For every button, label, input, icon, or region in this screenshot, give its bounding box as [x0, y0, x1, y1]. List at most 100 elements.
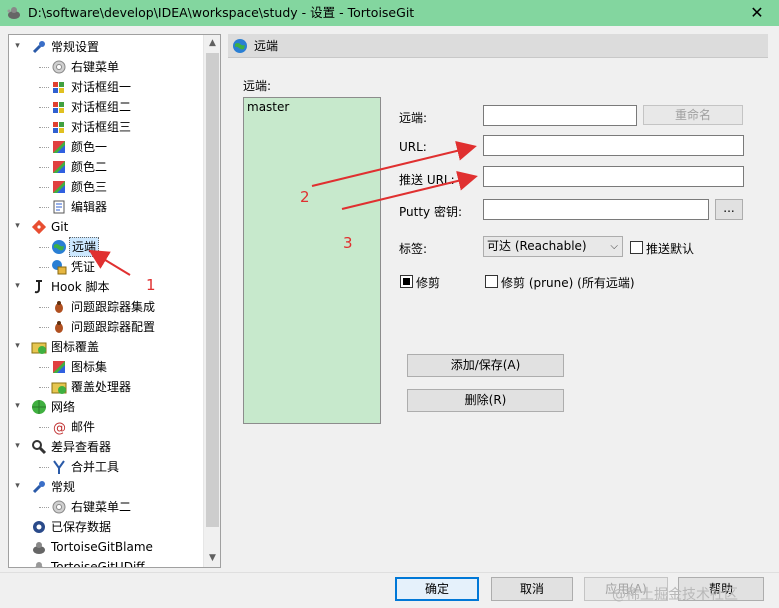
- tree-item[interactable]: 对话框组一: [27, 77, 217, 97]
- tree-item[interactable]: ▾ Git: [9, 217, 199, 237]
- tree-connector: [39, 167, 49, 168]
- push-url-input[interactable]: [483, 166, 744, 187]
- tree-expander-icon[interactable]: ▾: [13, 342, 22, 351]
- push-url-label: 推送 URL:: [399, 173, 455, 187]
- tree-item[interactable]: 颜色三: [27, 177, 217, 197]
- panel-header: 远端: [228, 34, 768, 58]
- add-save-button[interactable]: 添加/保存(A): [407, 354, 564, 377]
- tree-item[interactable]: 图标集: [27, 357, 217, 377]
- hook-icon: [34, 280, 42, 294]
- prune-all-remotes-checkbox[interactable]: [485, 275, 498, 288]
- tree-item-label: 常规设置: [51, 40, 100, 54]
- tree-item[interactable]: 对话框组三: [27, 117, 217, 137]
- network-icon: [32, 400, 46, 414]
- tree-item[interactable]: ▾ 网络: [9, 397, 199, 417]
- rename-button[interactable]: 重命名: [643, 105, 743, 125]
- tree-expander-icon[interactable]: ▾: [13, 222, 22, 231]
- tree-item[interactable]: 远端: [27, 237, 217, 257]
- close-button[interactable]: ✕: [747, 3, 767, 23]
- tree-item[interactable]: 编辑器: [27, 197, 217, 217]
- tree-item[interactable]: 颜色一: [27, 137, 217, 157]
- tree-item[interactable]: TortoiseGitUDiff: [9, 557, 199, 567]
- tree-expander-icon[interactable]: ▾: [13, 482, 22, 491]
- scroll-down-arrow-icon[interactable]: ▼: [204, 550, 220, 567]
- url-input[interactable]: [483, 135, 744, 156]
- scroll-thumb[interactable]: [206, 53, 219, 527]
- tag-select[interactable]: 可达 (Reachable) ⌵: [483, 236, 623, 257]
- tree-connector: [39, 127, 49, 128]
- at-icon: @: [53, 421, 66, 435]
- tree-item[interactable]: @ 邮件: [27, 417, 217, 437]
- tree-item-label: 覆盖处理器: [71, 380, 132, 394]
- tree-item[interactable]: 凭证: [27, 257, 217, 277]
- tree-item[interactable]: 已保存数据: [9, 517, 199, 537]
- tree-item-label: Hook 脚本: [51, 280, 110, 294]
- browse-putty-key-button[interactable]: ...: [715, 199, 743, 220]
- palette-icon: [53, 181, 65, 193]
- tree-item-label: 图标集: [71, 360, 108, 374]
- push-default-checkbox[interactable]: [630, 241, 643, 254]
- annotation-label-2: 2: [300, 188, 310, 206]
- tree-connector: [39, 467, 49, 468]
- prune-label: 修剪: [416, 276, 441, 290]
- tree-item[interactable]: ▾ 常规: [9, 477, 199, 497]
- overlay-icon: [51, 382, 67, 394]
- tree-vertical-scrollbar[interactable]: ▲ ▼: [203, 35, 220, 567]
- tree-item[interactable]: 覆盖处理器: [27, 377, 217, 397]
- delete-button[interactable]: 删除(R): [407, 389, 564, 412]
- palette-icon: [53, 361, 65, 373]
- tree-item[interactable]: TortoiseGitBlame: [9, 537, 199, 557]
- tree-item[interactable]: 问题跟踪器配置: [27, 317, 217, 337]
- tree-item-label: 网络: [51, 400, 76, 414]
- tree-item[interactable]: ▾ 图标覆盖: [9, 337, 199, 357]
- tree-item[interactable]: ▾ 常规设置: [9, 37, 199, 57]
- tree-item[interactable]: 对话框组二: [27, 97, 217, 117]
- remote-list-item-master[interactable]: master: [247, 100, 289, 114]
- tree-connector: [39, 507, 49, 508]
- tree-expander-icon[interactable]: ▾: [13, 42, 22, 51]
- tree-connector: [39, 307, 49, 308]
- scroll-up-arrow-icon[interactable]: ▲: [204, 35, 220, 52]
- wrench-icon: [32, 481, 45, 494]
- prune-checkbox[interactable]: [400, 275, 413, 288]
- tree-item[interactable]: 颜色二: [27, 157, 217, 177]
- push-default-label: 推送默认: [646, 242, 695, 256]
- tree-connector: [39, 367, 49, 368]
- tree-connector: [39, 107, 49, 108]
- tree-item-label: TortoiseGitBlame: [51, 540, 153, 554]
- tree-connector: [39, 387, 49, 388]
- tree-item[interactable]: ▾ Hook 脚本: [9, 277, 199, 297]
- tree-item[interactable]: ▾ 差异查看器: [9, 437, 199, 457]
- tree-item[interactable]: 合并工具: [27, 457, 217, 477]
- putty-key-input[interactable]: [483, 199, 709, 220]
- tree-item[interactable]: 右键菜单: [27, 57, 217, 77]
- palette-icon: [53, 161, 65, 173]
- git-icon: [31, 219, 47, 235]
- tree-item-label: 远端: [69, 237, 100, 257]
- remote-name-input[interactable]: [483, 105, 637, 126]
- tree-connector: [39, 67, 49, 68]
- footer-divider: [0, 572, 779, 573]
- tree-item[interactable]: 右键菜单二: [27, 497, 217, 517]
- title-bar: D:\software\develop\IDEA\workspace\study…: [0, 0, 779, 26]
- settings-tree[interactable]: ▾ 常规设置 右键菜单 对话框组一 对话框组二 对话框组三 颜色一 颜色二 颜色…: [8, 34, 221, 568]
- tree-expander-icon[interactable]: ▾: [13, 282, 22, 291]
- tree-expander-icon[interactable]: ▾: [13, 402, 22, 411]
- tree-item-label: 邮件: [71, 420, 96, 434]
- ok-button[interactable]: 确定: [395, 577, 479, 601]
- credential-icon: [52, 260, 67, 275]
- gear-icon: [52, 60, 66, 74]
- url-label: URL:: [399, 140, 427, 154]
- blame-icon: [33, 542, 45, 554]
- tree-connector: [39, 87, 49, 88]
- watermark: @稀土掘金技术社区: [612, 587, 738, 603]
- cancel-button[interactable]: 取消: [491, 577, 573, 601]
- putty-key-label: Putty 密钥:: [399, 205, 463, 219]
- tree-expander-icon[interactable]: ▾: [13, 442, 22, 451]
- tree-connector: [39, 327, 49, 328]
- overlay-icon: [31, 342, 47, 354]
- remote-list[interactable]: master: [243, 97, 381, 424]
- tree-item[interactable]: 问题跟踪器集成: [27, 297, 217, 317]
- magnifier-icon: [32, 440, 47, 455]
- prune-all-remotes-label: 修剪 (prune) (所有远端): [501, 276, 635, 290]
